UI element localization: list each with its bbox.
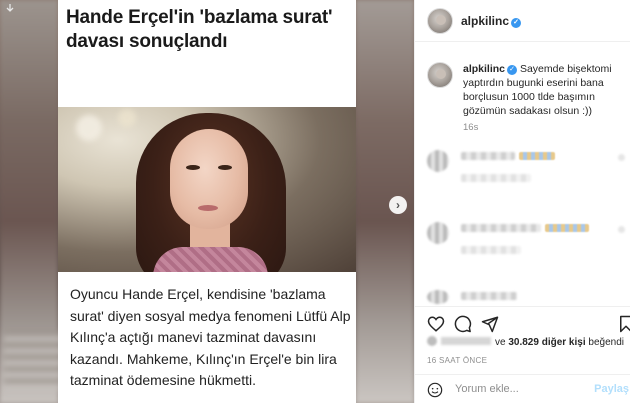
article-body: Oyuncu Hande Erçel, kendisine 'bazlama s… [70,286,351,388]
caption-time: 16s [463,122,479,133]
comment-like-icon[interactable] [618,154,625,161]
commenter-avatar [427,290,449,304]
post-caption: alpkilinc ✓ Sayemde bişektomi yaptırdın b… [463,62,627,118]
likes-count[interactable]: 30.829 diğer kişi [508,337,585,348]
blurred-emoji [519,152,555,160]
author-avatar[interactable] [427,8,453,34]
commenter-avatar [427,222,449,244]
portrait-lips [198,205,218,211]
post-sidebar: alpkilinc ✓ alpkilinc ✓ Sayemde bişektomi … [414,0,630,403]
heart-icon[interactable] [427,315,445,333]
bokeh-light [76,115,102,141]
download-icon[interactable] [4,3,16,15]
article-photo [58,107,356,272]
author-username[interactable]: alpkilinc ✓ [461,14,522,28]
caption-avatar[interactable] [427,62,453,88]
blurred-liker-name [441,337,491,345]
blurred-comment-text [461,224,541,232]
comment-item [427,290,630,304]
likes-summary[interactable]: ve 30.829 diğer kişi beğendi [427,336,624,348]
post-timestamp[interactable]: 16 SAAT ÖNCE [427,356,487,365]
portrait-eye [186,165,200,170]
portrait-eye [218,165,232,170]
comment-item [427,150,630,190]
chevron-right-icon: › [396,198,400,212]
news-card: Hande Erçel'in 'bazlama surat' davası so… [58,0,356,403]
comment-box: Paylaş [415,374,630,403]
comment-item [427,222,630,262]
blurred-comment-text [461,152,515,160]
article-headline: Hande Erçel'in 'bazlama surat' davası so… [66,7,333,52]
likes-prefix: ve [495,337,506,348]
likes-suffix: beğendi [588,337,624,348]
blurred-comment-meta [461,174,531,182]
post-header: alpkilinc ✓ [415,0,630,42]
bokeh-light [118,109,136,127]
blurred-comment-text [461,292,517,300]
username-text[interactable]: alpkilinc [461,14,509,28]
verified-badge-icon: ✓ [507,65,518,75]
portrait-shirt [153,247,268,272]
blurred-comment-meta [461,246,521,254]
share-icon[interactable] [481,315,499,333]
verified-badge-icon: ✓ [511,18,522,28]
post-media[interactable]: Hande Erçel'in 'bazlama surat' davası so… [0,0,414,403]
bookmark-icon[interactable] [617,315,630,333]
post-comment-button[interactable]: Paylaş [594,383,629,395]
emoji-icon[interactable] [427,382,443,398]
blurred-emoji [545,224,589,232]
next-image-button[interactable]: › [389,196,407,214]
caption-username[interactable]: alpkilinc [463,63,505,75]
comment-like-icon[interactable] [618,226,625,233]
comment-icon[interactable] [454,315,472,333]
portrait-face [170,129,248,229]
liker-avatar [427,336,437,346]
comment-input[interactable] [455,383,595,395]
blurred-background-text [4,330,64,390]
commenter-avatar [427,150,449,172]
